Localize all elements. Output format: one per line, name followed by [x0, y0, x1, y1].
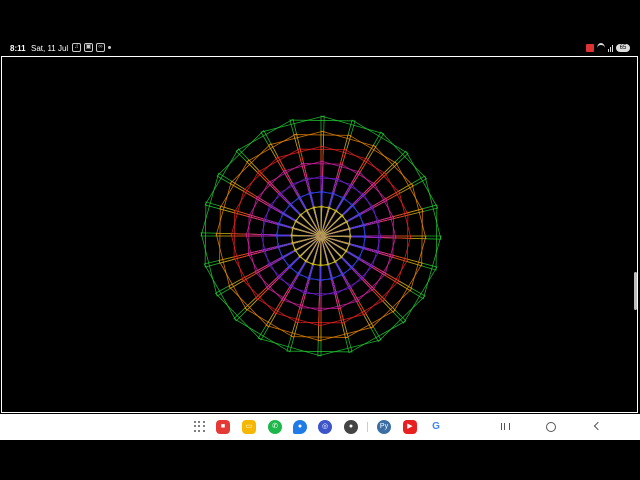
spiro-triangle: [317, 234, 382, 357]
nfc-icon: [586, 44, 594, 52]
spiro-triangle: [320, 234, 343, 266]
messages-icon[interactable]: ●: [293, 420, 307, 434]
battery-icon: 65: [616, 44, 630, 52]
spiro-triangle: [288, 191, 322, 238]
taskbar: ■ ▭ ✆ ● ◎ ● Py ▶ G: [0, 414, 640, 440]
status-date: Sat, 11 Jul: [31, 44, 69, 53]
flipboard-icon[interactable]: ■: [216, 420, 230, 434]
spirograph-drawing: [200, 115, 442, 357]
browser-icon[interactable]: ◎: [318, 420, 332, 434]
camera-icon[interactable]: ●: [344, 420, 358, 434]
notification-more-icon: [108, 46, 111, 49]
home-button[interactable]: [543, 421, 557, 433]
spiro-triangle: [200, 232, 323, 297]
status-bar: 8:11 Sat, 11 Jul ♫ ▣ ∞ 65: [0, 40, 640, 56]
youtube-icon[interactable]: ▶: [403, 420, 417, 434]
app-drawer-icon[interactable]: [194, 421, 206, 433]
spiro-triangle: [319, 175, 442, 240]
signal-icon: [608, 44, 613, 52]
spiro-triangle: [276, 235, 323, 269]
files-icon[interactable]: ▭: [242, 420, 256, 434]
spiro-triangle: [299, 206, 322, 238]
spiro-triangle: [320, 234, 354, 281]
spiro-triangle: [260, 115, 325, 238]
spiro-triangle: [291, 235, 323, 258]
back-button[interactable]: [590, 421, 604, 433]
notification-music-icon: ♫: [72, 43, 81, 52]
drawing-canvas[interactable]: [1, 56, 638, 413]
notification-icons: ♫ ▣ ∞: [72, 43, 111, 52]
scroll-handle[interactable]: [634, 272, 637, 310]
spiro-triangle: [319, 203, 366, 237]
taskbar-divider: [367, 422, 368, 432]
recents-button[interactable]: [498, 421, 512, 433]
notification-media-icon: ▣: [84, 43, 93, 52]
bottom-bezel: [0, 440, 640, 480]
pydroid-icon[interactable]: Py: [377, 420, 391, 434]
wifi-icon: [597, 43, 605, 53]
status-time: 8:11: [10, 44, 26, 53]
spiro-triangle: [319, 214, 351, 237]
system-icons: 65: [586, 43, 630, 53]
google-icon[interactable]: G: [429, 420, 443, 434]
phone-icon[interactable]: ✆: [268, 420, 282, 434]
notification-link-icon: ∞: [96, 43, 105, 52]
